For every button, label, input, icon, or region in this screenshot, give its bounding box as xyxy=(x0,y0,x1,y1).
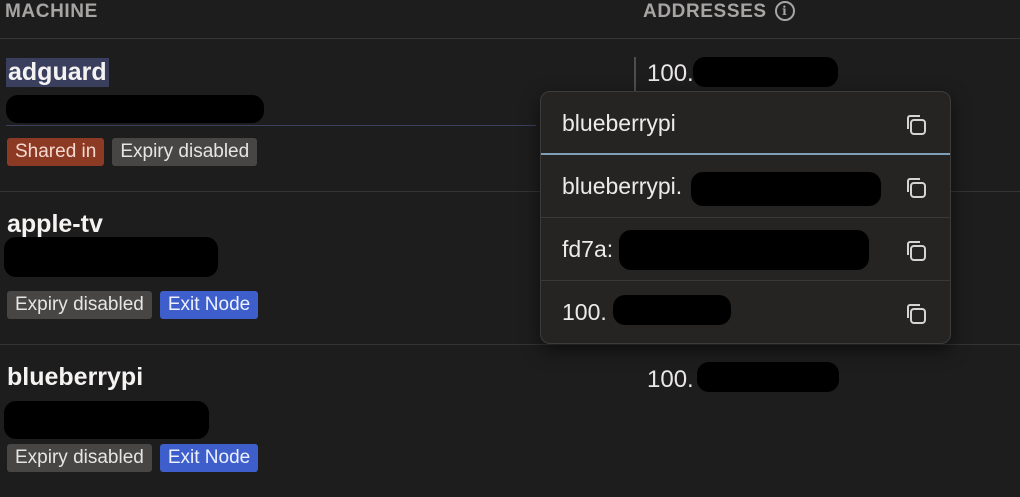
text-cursor xyxy=(634,57,636,91)
selection-underline xyxy=(6,125,536,126)
redacted-address xyxy=(697,362,839,392)
expiry-disabled-badge: Expiry disabled xyxy=(112,138,258,166)
address-label: blueberrypi. xyxy=(562,173,683,199)
copy-icon[interactable] xyxy=(903,301,929,327)
badge-group: Expiry disabled Exit Node xyxy=(7,444,259,472)
badge-group: Expiry disabled Exit Node xyxy=(7,291,259,319)
redacted-address xyxy=(613,295,731,325)
address-label: 100. xyxy=(562,299,607,325)
copy-icon[interactable] xyxy=(903,112,929,138)
popover-address-item[interactable]: fd7a: xyxy=(541,218,950,281)
machine-column-header[interactable]: MACHINE xyxy=(5,1,98,23)
addresses-column-label: ADDRESSES xyxy=(643,1,767,22)
info-icon[interactable]: i xyxy=(774,1,795,21)
exit-node-badge: Exit Node xyxy=(159,291,259,319)
expiry-disabled-badge: Expiry disabled xyxy=(7,291,152,319)
address-text[interactable]: 100. xyxy=(647,60,694,88)
copy-icon[interactable] xyxy=(903,175,929,201)
redacted-hostname xyxy=(4,401,209,439)
machine-name[interactable]: adguard xyxy=(6,58,109,87)
address-label: fd7a: xyxy=(562,236,614,262)
address-text[interactable]: 100. xyxy=(647,366,694,394)
address-popover: blueberrypi blueberrypi. fd7a: 100. xyxy=(540,91,951,344)
machine-name[interactable]: apple-tv xyxy=(7,210,103,239)
table-row[interactable]: blueberrypi Expiry disabled Exit Node 10… xyxy=(0,346,1020,497)
addresses-column-header[interactable]: ADDRESSES i xyxy=(643,1,795,23)
redacted-address xyxy=(691,172,881,206)
redacted-address xyxy=(619,230,869,270)
popover-address-item[interactable]: 100. xyxy=(541,281,950,343)
exit-node-badge: Exit Node xyxy=(159,444,259,472)
address-label: blueberrypi xyxy=(562,110,676,136)
redacted-hostname xyxy=(6,95,264,123)
copy-icon[interactable] xyxy=(903,238,929,264)
table-header: MACHINE ADDRESSES i xyxy=(0,0,1020,39)
popover-address-item[interactable]: blueberrypi xyxy=(541,92,950,155)
redacted-address xyxy=(693,57,838,87)
redacted-hostname xyxy=(4,237,218,277)
machine-name[interactable]: blueberrypi xyxy=(7,363,143,392)
expiry-disabled-badge: Expiry disabled xyxy=(7,444,152,472)
shared-in-badge: Shared in xyxy=(7,138,105,166)
badge-group: Shared in Expiry disabled xyxy=(7,138,258,166)
popover-address-item[interactable]: blueberrypi. xyxy=(541,155,950,218)
